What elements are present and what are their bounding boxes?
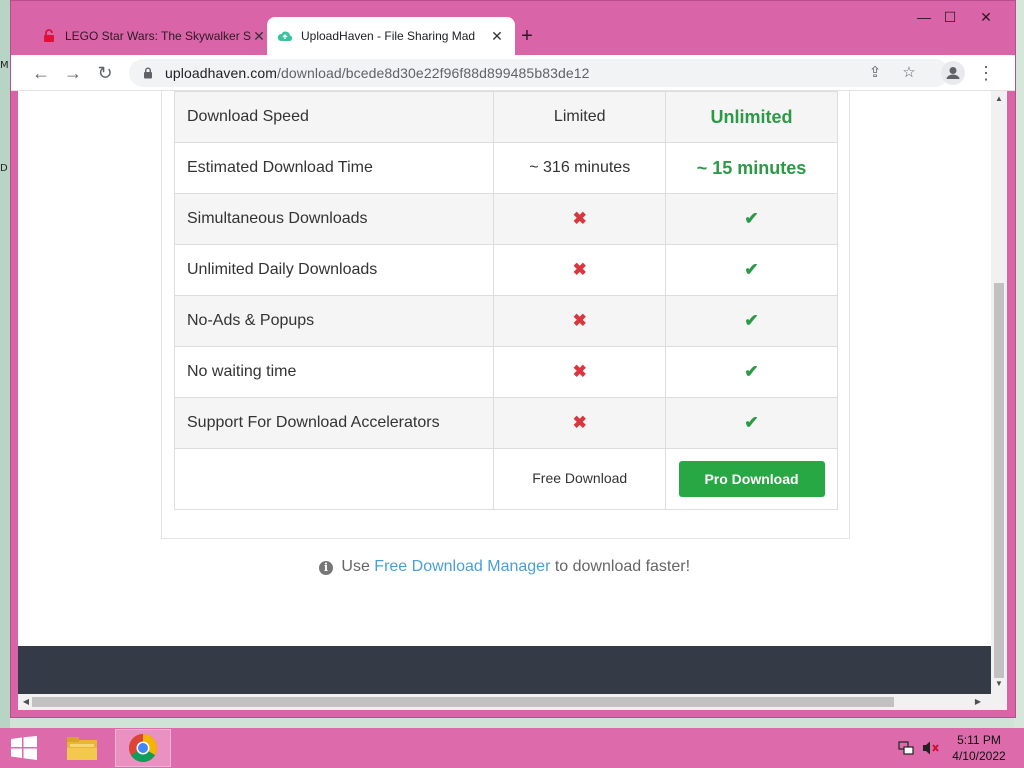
tip-suffix: to download faster! [554,558,691,575]
feature-name: Support For Download Accelerators [173,397,495,449]
system-clock[interactable]: 5:11 PM 4/10/2022 [946,732,1012,764]
forward-arrow-icon[interactable]: → [61,61,85,85]
menu-kebab-icon[interactable]: ⋮ [977,61,995,85]
network-icon[interactable] [898,740,914,759]
horizontal-scroll-thumb[interactable] [32,697,894,707]
info-icon: i [318,561,333,575]
tab-uploadhaven[interactable]: UploadHaven - File Sharing Mad ✕ [267,17,515,55]
table-row: Simultaneous Downloads ✖ ✔ [173,193,838,245]
taskbar: 5:11 PM 4/10/2022 [0,728,1024,768]
feature-name: Simultaneous Downloads [173,193,495,245]
cross-icon: ✖ [572,311,587,330]
vertical-scrollbar[interactable]: ▲ ▼ [991,91,1007,694]
table-row: No waiting time ✖ ✔ [173,346,838,398]
desktop-icon-label[interactable]: D [0,163,8,174]
clock-date: 4/10/2022 [952,749,1006,763]
check-icon: ✔ [744,260,759,279]
back-arrow-icon[interactable]: ← [29,61,53,85]
lock-red-icon [41,28,57,44]
download-panel: Download Speed Limited Unlimited Estimat… [161,91,850,539]
lock-icon [144,67,152,79]
scroll-down-icon[interactable]: ▼ [991,679,1007,688]
scroll-up-icon[interactable]: ▲ [991,94,1007,103]
feature-name: Estimated Download Time [173,142,495,194]
browser-toolbar: ← → ↻ uploadhaven.com/download/bcede8d30… [11,55,1015,91]
desktop-left-edge: M D [0,0,10,728]
scroll-right-icon[interactable]: ▶ [970,697,986,706]
new-tab-button[interactable]: + [517,25,537,47]
feature-name: No-Ads & Popups [173,295,495,347]
page-footer [18,646,991,694]
address-bar[interactable]: uploadhaven.com/download/bcede8d30e22f96… [129,59,949,87]
download-tip: i Use Free Download Manager to download … [18,558,991,576]
free-download-button[interactable]: Free Download [532,470,627,486]
cross-icon: ✖ [572,413,587,432]
close-tab-icon[interactable]: ✕ [489,28,505,45]
cross-icon: ✖ [572,362,587,381]
volume-muted-icon[interactable] [922,740,940,759]
profile-avatar-icon[interactable] [941,61,965,85]
table-row: No-Ads & Popups ✖ ✔ [173,295,838,347]
page-content: Download Speed Limited Unlimited Estimat… [18,91,991,694]
table-row: Download Speed Limited Unlimited [173,91,838,143]
feature-name: Unlimited Daily Downloads [173,244,495,296]
free-value: Limited [493,91,667,143]
free-value: ~ 316 minutes [493,142,667,194]
table-row: Estimated Download Time ~ 316 minutes ~ … [173,142,838,194]
browser-window: LEGO Star Wars: The Skywalker S ✕ Upload… [10,0,1016,718]
check-icon: ✔ [744,413,759,432]
tip-prefix: Use [341,558,370,575]
check-icon: ✔ [744,209,759,228]
share-icon[interactable]: ⇪ [865,63,885,83]
close-tab-icon[interactable]: ✕ [251,28,267,45]
cross-icon: ✖ [572,209,587,228]
pro-value: Unlimited [710,106,793,127]
empty-cell [173,448,495,510]
feature-name: No waiting time [173,346,495,398]
uploadhaven-cloud-icon [277,28,293,44]
tab-title: LEGO Star Wars: The Skywalker S [65,29,251,43]
file-explorer-icon[interactable] [54,729,110,767]
pro-download-button[interactable]: Pro Download [678,461,825,497]
vertical-scroll-thumb[interactable] [994,283,1004,678]
title-bar: LEGO Star Wars: The Skywalker S ✕ Upload… [11,1,1015,55]
chrome-taskbar-icon[interactable] [115,729,171,767]
url-text: uploadhaven.com/download/bcede8d30e22f96… [165,65,590,81]
check-icon: ✔ [744,362,759,381]
maximize-button[interactable]: ☐ [935,9,965,33]
desktop-icon-label[interactable]: M [0,60,9,71]
horizontal-scrollbar[interactable]: ◀ ▶ [18,694,1007,710]
pro-value: ~ 15 minutes [696,157,807,178]
tab-title: UploadHaven - File Sharing Mad [301,29,476,43]
table-row: Unlimited Daily Downloads ✖ ✔ [173,244,838,296]
tab-lego-star-wars[interactable]: LEGO Star Wars: The Skywalker S ✕ [31,17,277,55]
table-row-actions: Free Download Pro Download [173,448,838,510]
check-icon: ✔ [744,311,759,330]
close-window-button[interactable]: ✕ [971,9,1001,33]
table-row: Support For Download Accelerators ✖ ✔ [173,397,838,449]
windows-start-icon[interactable] [10,736,38,760]
free-download-manager-link[interactable]: Free Download Manager [374,558,550,575]
reload-icon[interactable]: ↻ [93,61,117,85]
bookmark-star-icon[interactable]: ☆ [899,63,919,83]
feature-name: Download Speed [173,91,495,143]
cross-icon: ✖ [572,260,587,279]
clock-time: 5:11 PM [957,733,1001,747]
plan-comparison-table: Download Speed Limited Unlimited Estimat… [173,91,838,510]
